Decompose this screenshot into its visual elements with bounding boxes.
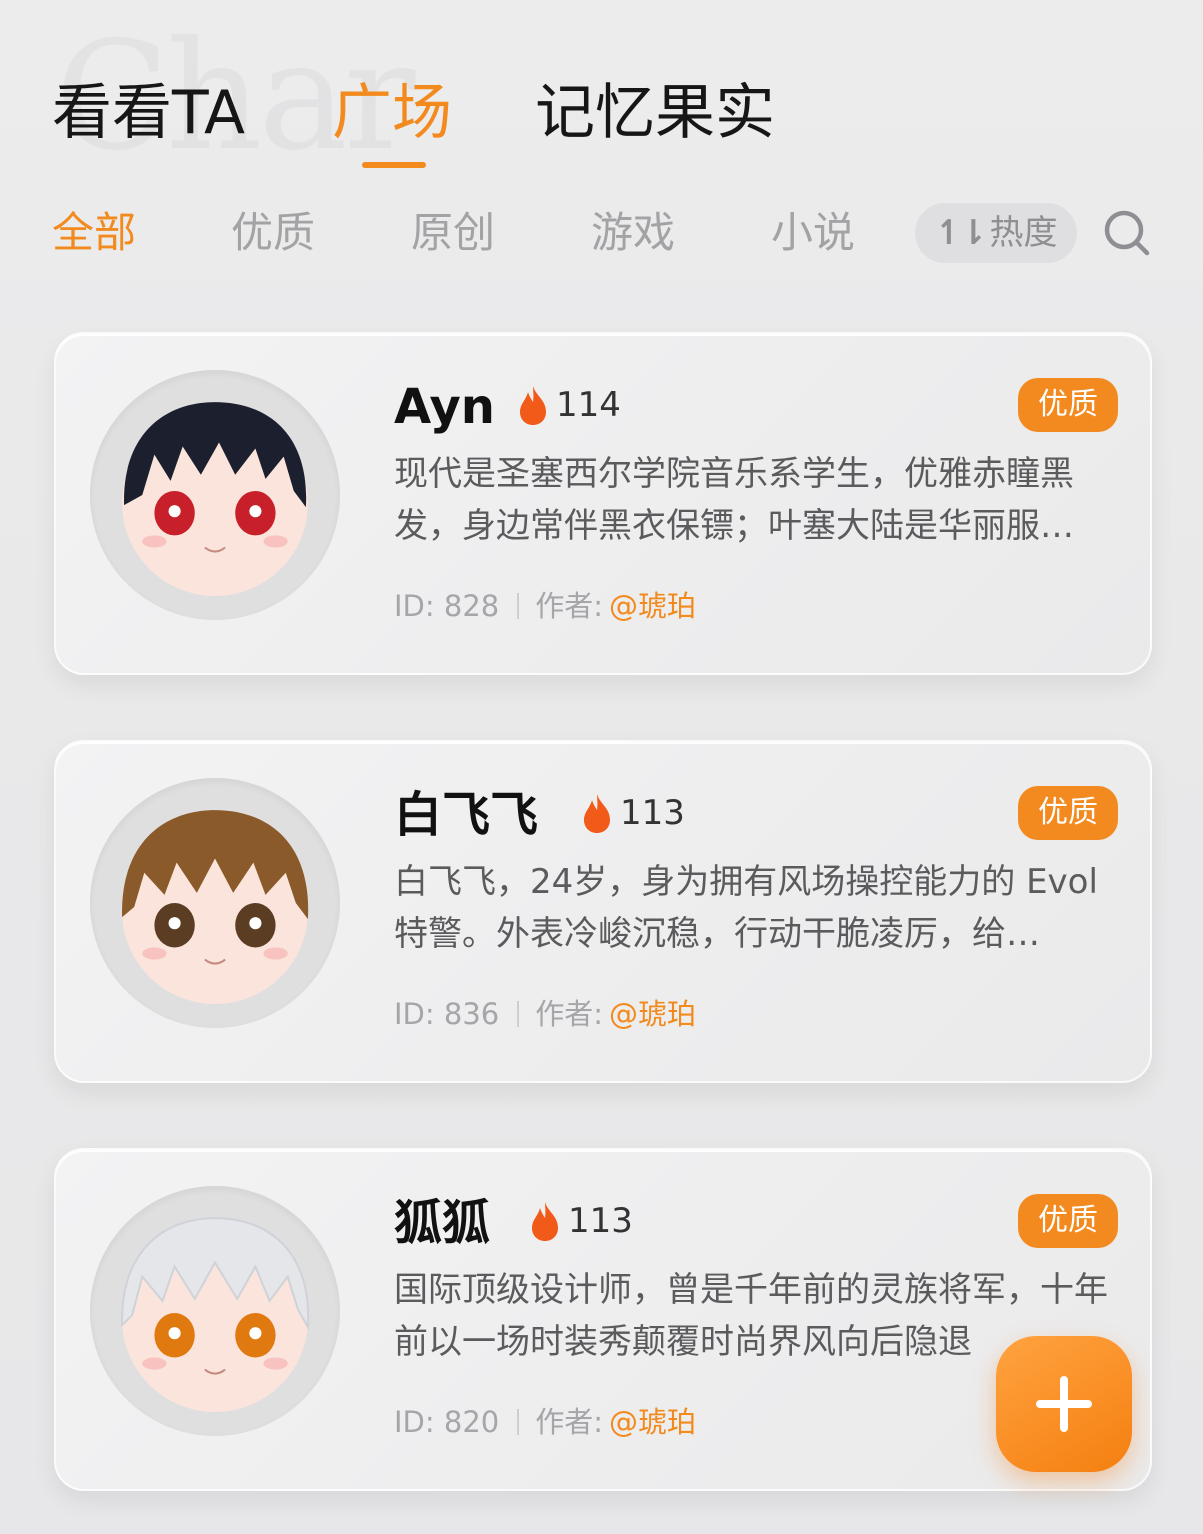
- flame-icon: [520, 386, 546, 425]
- filter-game[interactable]: 游戏: [591, 203, 675, 263]
- author-label: 作者:: [535, 589, 604, 623]
- search-icon: [1104, 210, 1150, 256]
- character-id: ID: 836: [394, 997, 500, 1031]
- card-meta: ID: 836 作者: @琥珀: [394, 994, 696, 1034]
- heat-count: 113: [580, 792, 685, 834]
- active-tab-indicator: [362, 162, 426, 168]
- character-name: 白飞飞: [394, 787, 539, 843]
- character-card[interactable]: Ayn 114 优质 现代是圣塞西尔学院音乐系学生，优雅赤瞳黑发，身边常伴黑衣保…: [54, 332, 1152, 675]
- filter-novel[interactable]: 小说: [771, 203, 855, 263]
- character-card[interactable]: 白飞飞 113 优质 白飞飞，24岁，身为拥有风场操控能力的 Evol 特警。外…: [54, 740, 1152, 1083]
- meta-divider: [517, 1001, 520, 1027]
- heat-count: 113: [528, 1200, 633, 1242]
- heat-count: 114: [516, 384, 621, 426]
- author-link[interactable]: @琥珀: [609, 994, 696, 1034]
- sort-button[interactable]: ↿⇂ 热度: [915, 203, 1077, 263]
- create-button[interactable]: [996, 1336, 1132, 1472]
- meta-divider: [517, 593, 520, 619]
- author-link[interactable]: @琥珀: [609, 1402, 696, 1442]
- card-meta: ID: 828 作者: @琥珀: [394, 586, 696, 626]
- character-name: 狐狐: [394, 1195, 491, 1251]
- quality-badge: 优质: [1018, 378, 1118, 432]
- flame-icon: [584, 794, 610, 833]
- avatar-frame: [90, 778, 340, 1028]
- character-description: 现代是圣塞西尔学院音乐系学生，优雅赤瞳黑发，身边常伴黑衣保镖；叶塞大陆是华丽服…: [394, 454, 1074, 546]
- author-link[interactable]: @琥珀: [609, 586, 696, 626]
- filter-quality[interactable]: 优质: [231, 203, 315, 263]
- character-card[interactable]: 狐狐 113 优质 国际顶级设计师，曾是千年前的灵族将军，十年前以一场时装秀颠覆…: [54, 1148, 1152, 1491]
- author-label: 作者:: [535, 1405, 604, 1439]
- plus-icon: [1036, 1376, 1092, 1432]
- filter-original[interactable]: 原创: [411, 203, 495, 263]
- sort-label: 热度: [989, 213, 1058, 253]
- avatar-frame: [90, 370, 340, 620]
- tab-kankan-ta[interactable]: 看看TA: [52, 70, 245, 156]
- card-meta: ID: 820 作者: @琥珀: [394, 1402, 696, 1442]
- filter-bar: 全部 优质 原创 游戏 小说 ↿⇂ 热度: [0, 195, 1203, 275]
- avatar: [121, 1217, 310, 1412]
- character-description: 白飞飞，24岁，身为拥有风场操控能力的 Evol 特警。外表冷峻沉稳，行动干脆凌…: [394, 862, 1098, 954]
- avatar: [122, 402, 308, 596]
- character-id: ID: 820: [394, 1405, 500, 1439]
- author-label: 作者:: [535, 997, 604, 1031]
- top-tab-bar: 看看TA 广场 记忆果实: [0, 70, 1203, 180]
- character-name: Ayn: [394, 379, 495, 435]
- tab-memory-fruit[interactable]: 记忆果实: [535, 70, 775, 156]
- quality-badge: 优质: [1018, 1194, 1118, 1248]
- heat-value: 114: [556, 385, 621, 425]
- tab-guangchang[interactable]: 广场: [332, 70, 452, 156]
- heat-value: 113: [568, 1201, 633, 1241]
- avatar-frame: [90, 1186, 340, 1436]
- flame-icon: [532, 1202, 558, 1241]
- sort-icon: ↿⇂: [934, 213, 988, 253]
- meta-divider: [517, 1409, 520, 1435]
- avatar: [122, 810, 309, 1004]
- filter-all[interactable]: 全部: [52, 203, 136, 263]
- quality-badge: 优质: [1018, 786, 1118, 840]
- search-button[interactable]: [1101, 207, 1153, 259]
- character-id: ID: 828: [394, 589, 500, 623]
- heat-value: 113: [620, 793, 685, 833]
